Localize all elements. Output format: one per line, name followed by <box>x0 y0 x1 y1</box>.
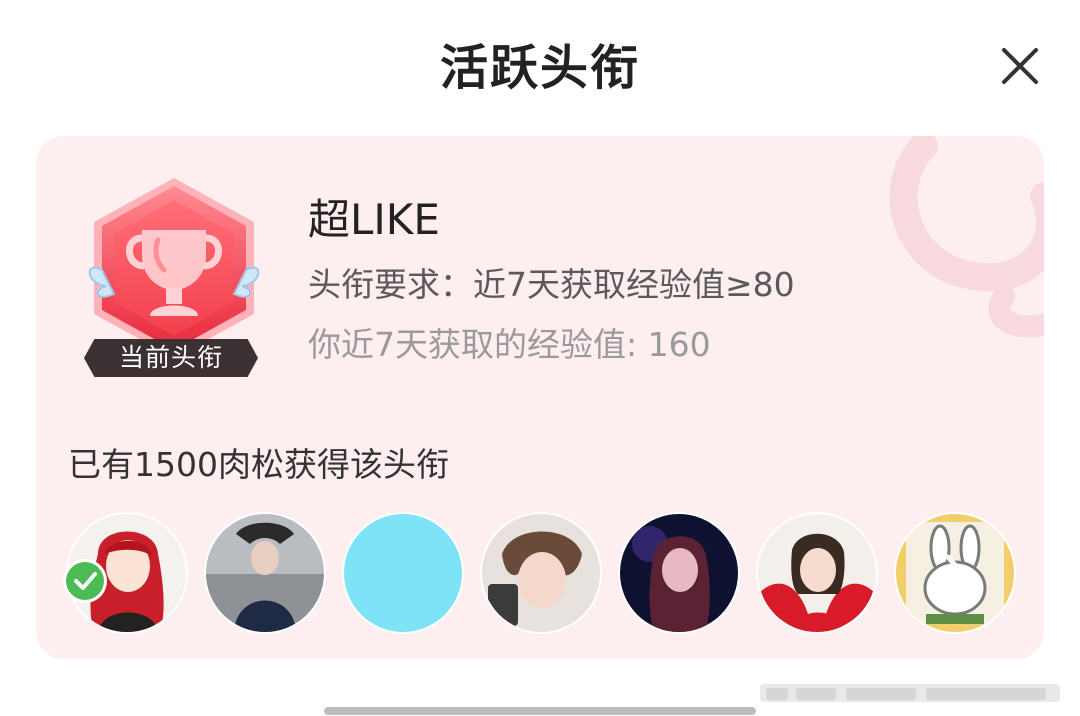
your-experience: 你近7天获取的经验值: 160 <box>308 325 711 364</box>
avatar-6[interactable] <box>758 514 876 632</box>
avatar-4[interactable] <box>482 514 600 632</box>
badge-card: 当前头衔 超LIKE 头衔要求：近7天获取经验值≥80 你近7天获取的经验值: … <box>36 136 1044 659</box>
current-badge-label: 当前头衔 <box>84 339 258 377</box>
close-icon <box>1002 48 1038 84</box>
avatar-image <box>482 514 600 632</box>
holder-avatar-list <box>66 514 1028 634</box>
avatar-5[interactable] <box>620 514 738 632</box>
chevron-right-icon[interactable] <box>934 551 974 595</box>
badge-name: 超LIKE <box>308 195 440 244</box>
avatar-3[interactable] <box>344 514 462 632</box>
holders-count-text: 已有1500肉松获得该头衔 <box>68 445 449 484</box>
avatar-image <box>758 514 876 632</box>
title-sheet: 活跃头衔 当前头衔 超LIKE 头衔要求：近7天获取经验值≥80 你近7天获取的… <box>0 0 1080 716</box>
close-button[interactable] <box>996 42 1044 90</box>
avatar-image <box>206 514 324 632</box>
avatar-2[interactable] <box>206 514 324 632</box>
decorative-swirl-icon <box>889 136 1044 338</box>
sheet-title: 活跃头衔 <box>439 40 640 96</box>
avatar-image <box>620 514 738 632</box>
home-indicator[interactable] <box>324 707 756 715</box>
verified-check-icon <box>66 562 104 600</box>
badge-requirement: 头衔要求：近7天获取经验值≥80 <box>308 265 795 304</box>
watermark-icon <box>760 684 1060 702</box>
